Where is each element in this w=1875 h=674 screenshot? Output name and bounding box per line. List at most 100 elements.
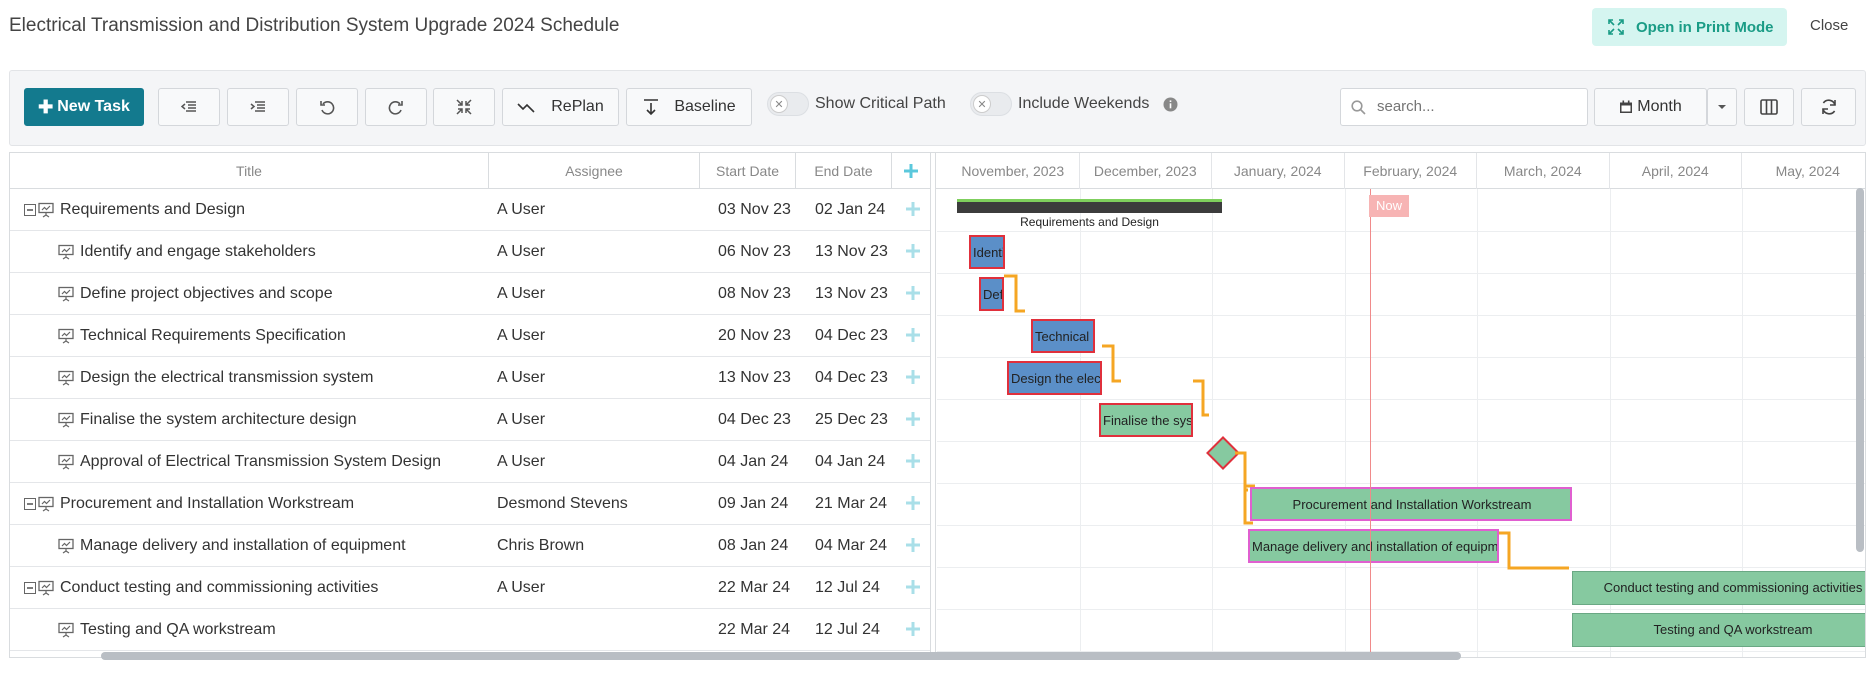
collapse-icon[interactable] (24, 204, 36, 216)
task-end-date[interactable]: 13 Nov 23 (815, 273, 888, 315)
add-subtask-icon[interactable] (904, 494, 922, 512)
task-title[interactable]: Procurement and Installation Workstream (60, 483, 354, 525)
table-row[interactable]: Approval of Electrical Transmission Syst… (10, 441, 930, 483)
column-header-assignee[interactable]: Assignee (489, 153, 700, 189)
table-row[interactable]: Testing and QA workstream 22 Mar 24 12 Jul… (10, 609, 930, 651)
add-subtask-icon[interactable] (904, 410, 922, 428)
task-title[interactable]: Finalise the system architecture design (80, 399, 357, 441)
summary-bar[interactable] (957, 199, 1222, 213)
task-start-date[interactable]: 20 Nov 23 (718, 315, 791, 357)
new-task-button[interactable]: ✚ New Task (24, 88, 144, 126)
view-dropdown-toggle[interactable] (1707, 88, 1737, 126)
task-title[interactable]: Define project objectives and scope (80, 273, 333, 315)
add-column-button[interactable] (892, 153, 930, 189)
close-button[interactable]: Close (1810, 17, 1848, 34)
replan-button[interactable]: RePlan (502, 88, 619, 126)
add-subtask-icon[interactable] (904, 368, 922, 386)
include-weekends-toggle[interactable]: ✕ (970, 92, 1012, 116)
task-start-date[interactable]: 04 Jan 24 (718, 441, 788, 483)
table-row[interactable]: Manage delivery and installation of equi… (10, 525, 930, 567)
task-assignee[interactable]: A User (497, 399, 545, 441)
task-end-date[interactable]: 04 Dec 23 (815, 357, 888, 399)
redo-button[interactable] (365, 88, 427, 126)
task-assignee[interactable]: A User (497, 273, 545, 315)
add-subtask-icon[interactable] (904, 536, 922, 554)
add-subtask-icon[interactable] (904, 326, 922, 344)
add-subtask-icon[interactable] (904, 200, 922, 218)
view-select-button[interactable]: Month (1594, 88, 1707, 126)
table-row[interactable]: Conduct testing and commissioning activi… (10, 567, 930, 609)
table-row[interactable]: Finalise the system architecture design A… (10, 399, 930, 441)
task-assignee[interactable]: A User (497, 231, 545, 273)
add-subtask-icon[interactable] (904, 284, 922, 302)
task-bar[interactable]: Design the electrical transmission syste… (1007, 361, 1102, 395)
task-start-date[interactable]: 09 Jan 24 (718, 483, 788, 525)
milestone-diamond[interactable] (1206, 436, 1240, 470)
task-title[interactable]: Identify and engage stakeholders (80, 231, 316, 273)
task-bar[interactable]: Finalise the system architecture design (1099, 403, 1193, 437)
task-title[interactable]: Testing and QA workstream (80, 609, 276, 651)
task-end-date[interactable]: 02 Jan 24 (815, 189, 885, 231)
critical-path-toggle[interactable]: ✕ (767, 92, 809, 116)
task-start-date[interactable]: 06 Nov 23 (718, 231, 791, 273)
task-assignee[interactable]: A User (497, 189, 545, 231)
columns-button[interactable] (1744, 88, 1794, 126)
undo-button[interactable] (296, 88, 358, 126)
task-title[interactable]: Technical Requirements Specification (80, 315, 346, 357)
task-end-date[interactable]: 12 Jul 24 (815, 609, 880, 651)
task-bar[interactable]: Technical Requirements Specification (1031, 319, 1095, 353)
task-start-date[interactable]: 22 Mar 24 (718, 567, 790, 609)
indent-button[interactable] (227, 88, 289, 126)
add-subtask-icon[interactable] (904, 242, 922, 260)
table-row[interactable]: Procurement and Installation Workstream D… (10, 483, 930, 525)
column-header-start[interactable]: Start Date (700, 153, 796, 189)
column-header-end[interactable]: End Date (796, 153, 892, 189)
task-bar[interactable]: Identify and engage stakeholders (969, 235, 1005, 269)
task-start-date[interactable]: 08 Nov 23 (718, 273, 791, 315)
task-assignee[interactable]: A User (497, 567, 545, 609)
table-row[interactable]: Requirements and Design A User 03 Nov 23 02… (10, 189, 930, 231)
add-subtask-icon[interactable] (904, 620, 922, 638)
task-start-date[interactable]: 13 Nov 23 (718, 357, 791, 399)
open-print-mode-button[interactable]: Open in Print Mode (1592, 8, 1787, 46)
add-subtask-icon[interactable] (904, 578, 922, 596)
grid-splitter[interactable] (930, 153, 936, 657)
horizontal-scrollbar[interactable] (101, 652, 1461, 660)
task-end-date[interactable]: 21 Mar 24 (815, 483, 887, 525)
table-row[interactable]: Design the electrical transmission syste… (10, 357, 930, 399)
task-assignee[interactable]: A User (497, 441, 545, 483)
task-bar[interactable]: Define project objectives and scope (979, 277, 1004, 311)
task-title[interactable]: Conduct testing and commissioning activi… (60, 567, 378, 609)
baseline-button[interactable]: Baseline (626, 88, 752, 126)
refresh-button[interactable] (1801, 88, 1856, 126)
table-row[interactable]: Technical Requirements Specification A Us… (10, 315, 930, 357)
task-end-date[interactable]: 04 Dec 23 (815, 315, 888, 357)
task-end-date[interactable]: 25 Dec 23 (815, 399, 888, 441)
task-start-date[interactable]: 08 Jan 24 (718, 525, 788, 567)
task-end-date[interactable]: 04 Mar 24 (815, 525, 887, 567)
task-bar[interactable]: Procurement and Installation Workstream (1250, 487, 1572, 521)
task-start-date[interactable]: 04 Dec 23 (718, 399, 791, 441)
task-bar[interactable]: Manage delivery and installation of equi… (1248, 529, 1499, 563)
table-row[interactable]: Define project objectives and scope A Use… (10, 273, 930, 315)
task-assignee[interactable]: A User (497, 315, 545, 357)
task-end-date[interactable]: 04 Jan 24 (815, 441, 885, 483)
task-bar[interactable]: Testing and QA workstream (1572, 613, 1865, 647)
column-header-title[interactable]: Title (10, 153, 489, 189)
collapse-icon[interactable] (24, 498, 36, 510)
task-title[interactable]: Manage delivery and installation of equi… (80, 525, 406, 567)
search-box[interactable] (1340, 88, 1588, 126)
task-start-date[interactable]: 03 Nov 23 (718, 189, 791, 231)
task-title[interactable]: Approval of Electrical Transmission Syst… (80, 441, 441, 483)
task-assignee[interactable]: Desmond Stevens (497, 483, 628, 525)
add-subtask-icon[interactable] (904, 452, 922, 470)
search-input[interactable] (1375, 97, 1575, 116)
task-assignee[interactable]: A User (497, 357, 545, 399)
task-start-date[interactable]: 22 Mar 24 (718, 609, 790, 651)
table-row[interactable]: Identify and engage stakeholders A User 06… (10, 231, 930, 273)
collapse-all-button[interactable] (433, 88, 495, 126)
outdent-button[interactable] (158, 88, 220, 126)
task-title[interactable]: Requirements and Design (60, 189, 245, 231)
task-assignee[interactable]: Chris Brown (497, 525, 584, 567)
task-bar[interactable]: Conduct testing and commissioning activi… (1572, 571, 1865, 605)
